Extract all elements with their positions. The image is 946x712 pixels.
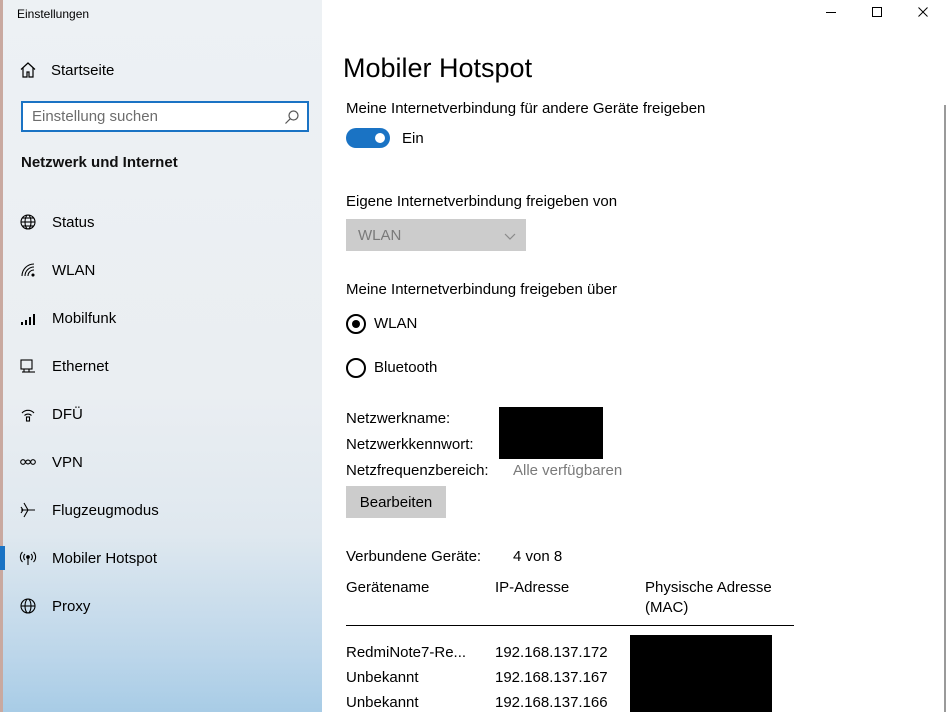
connected-value: 4 von 8 <box>513 548 563 565</box>
sidebar-item-proxy[interactable]: Proxy <box>3 582 325 630</box>
search-input[interactable] <box>23 103 273 130</box>
radio-bluetooth-label: Bluetooth <box>374 359 438 376</box>
vpn-icon <box>18 452 38 472</box>
sidebar-item-label: Status <box>52 213 95 231</box>
close-icon <box>917 5 929 23</box>
share-label: Meine Internetverbindung für andere Gerä… <box>346 100 706 117</box>
col-header-mac-sub: (MAC) <box>645 599 689 616</box>
hotspot-toggle[interactable] <box>346 128 390 148</box>
home-label: Startseite <box>51 61 115 79</box>
table-divider <box>346 625 794 626</box>
ethernet-icon <box>18 356 38 376</box>
radio-wlan[interactable] <box>346 314 366 334</box>
band-value: Alle verfügbaren <box>513 462 623 479</box>
page-title: Mobiler Hotspot <box>343 53 533 83</box>
redacted-credentials <box>499 407 603 459</box>
share-from-dropdown[interactable]: WLAN <box>346 219 526 251</box>
col-header-mac: Physische Adresse <box>645 579 772 596</box>
sidebar-item-label: Ethernet <box>52 357 109 375</box>
minimize-button[interactable] <box>808 0 854 28</box>
sidebar: Einstellungen Startseite Netzwerk und In… <box>0 0 322 712</box>
home-icon <box>18 60 38 80</box>
chevron-down-icon <box>504 229 516 241</box>
col-header-name: Gerätename <box>346 579 430 596</box>
airplane-icon <box>18 500 38 520</box>
globe-status-icon <box>18 212 38 232</box>
sidebar-item-label: DFÜ <box>52 405 83 423</box>
sidebar-item-mobiler-hotspot[interactable]: Mobiler Hotspot <box>0 534 325 582</box>
sidebar-item-label: Mobiler Hotspot <box>52 549 158 567</box>
dialup-icon <box>18 404 38 424</box>
sidebar-item-mobilfunk[interactable]: Mobilfunk <box>3 294 325 342</box>
share-over-label: Meine Internetverbindung freigeben über <box>346 281 618 298</box>
network-name-label: Netzwerkname: <box>346 410 451 427</box>
col-header-ip: IP-Adresse <box>495 579 570 596</box>
search-icon[interactable] <box>284 109 300 125</box>
settings-window: Einstellungen Startseite Netzwerk und In… <box>0 0 946 712</box>
minimize-icon <box>825 5 837 23</box>
table-row-name: RedmiNote7-Re... <box>346 644 467 661</box>
radio-bluetooth[interactable] <box>346 358 366 378</box>
wifi-icon <box>18 260 38 280</box>
close-button[interactable] <box>900 0 946 28</box>
connected-label: Verbundene Geräte: <box>346 548 482 565</box>
window-controls <box>808 0 946 28</box>
toggle-knob <box>375 133 385 143</box>
toggle-state-label: Ein <box>402 130 424 147</box>
table-row-ip: 192.168.137.167 <box>495 669 608 686</box>
sidebar-item-wlan[interactable]: WLAN <box>3 246 325 294</box>
sidebar-item-label: WLAN <box>52 261 96 279</box>
sidebar-item-flugzeugmodus[interactable]: Flugzeugmodus <box>3 486 325 534</box>
table-row-name: Unbekannt <box>346 669 419 686</box>
edit-button[interactable]: Bearbeiten <box>346 486 446 518</box>
maximize-icon <box>871 5 883 23</box>
main-content: Mobiler Hotspot Meine Internetverbindung… <box>322 0 946 712</box>
sidebar-item-label: Proxy <box>52 597 91 615</box>
home-link[interactable]: Startseite <box>18 58 308 82</box>
nav-list: Status WLAN Mobilfunk Ethernet DFÜ VPN F… <box>0 198 325 630</box>
app-title: Einstellungen <box>17 7 90 21</box>
share-from-label: Eigene Internetverbindung freigeben von <box>346 193 618 210</box>
table-row-name: Unbekannt <box>346 694 419 711</box>
maximize-button[interactable] <box>854 0 900 28</box>
sidebar-item-label: Flugzeugmodus <box>52 501 159 519</box>
sidebar-item-dfu[interactable]: DFÜ <box>3 390 325 438</box>
search-box[interactable] <box>21 101 309 132</box>
section-title: Netzwerk und Internet <box>21 154 178 171</box>
redacted-mac-addresses <box>630 635 772 712</box>
share-from-value: WLAN <box>358 226 402 244</box>
table-row-ip: 192.168.137.172 <box>495 644 608 661</box>
network-password-label: Netzwerkkennwort: <box>346 436 474 453</box>
hotspot-icon <box>18 548 38 568</box>
globe-icon <box>18 596 38 616</box>
sidebar-item-label: VPN <box>52 453 83 471</box>
table-row-ip: 192.168.137.166 <box>495 694 608 711</box>
sidebar-item-status[interactable]: Status <box>3 198 325 246</box>
band-label: Netzfrequenzbereich: <box>346 462 489 479</box>
sidebar-item-vpn[interactable]: VPN <box>3 438 325 486</box>
cellular-icon <box>18 308 38 328</box>
radio-wlan-label: WLAN <box>374 315 418 332</box>
sidebar-item-ethernet[interactable]: Ethernet <box>3 342 325 390</box>
sidebar-item-label: Mobilfunk <box>52 309 117 327</box>
